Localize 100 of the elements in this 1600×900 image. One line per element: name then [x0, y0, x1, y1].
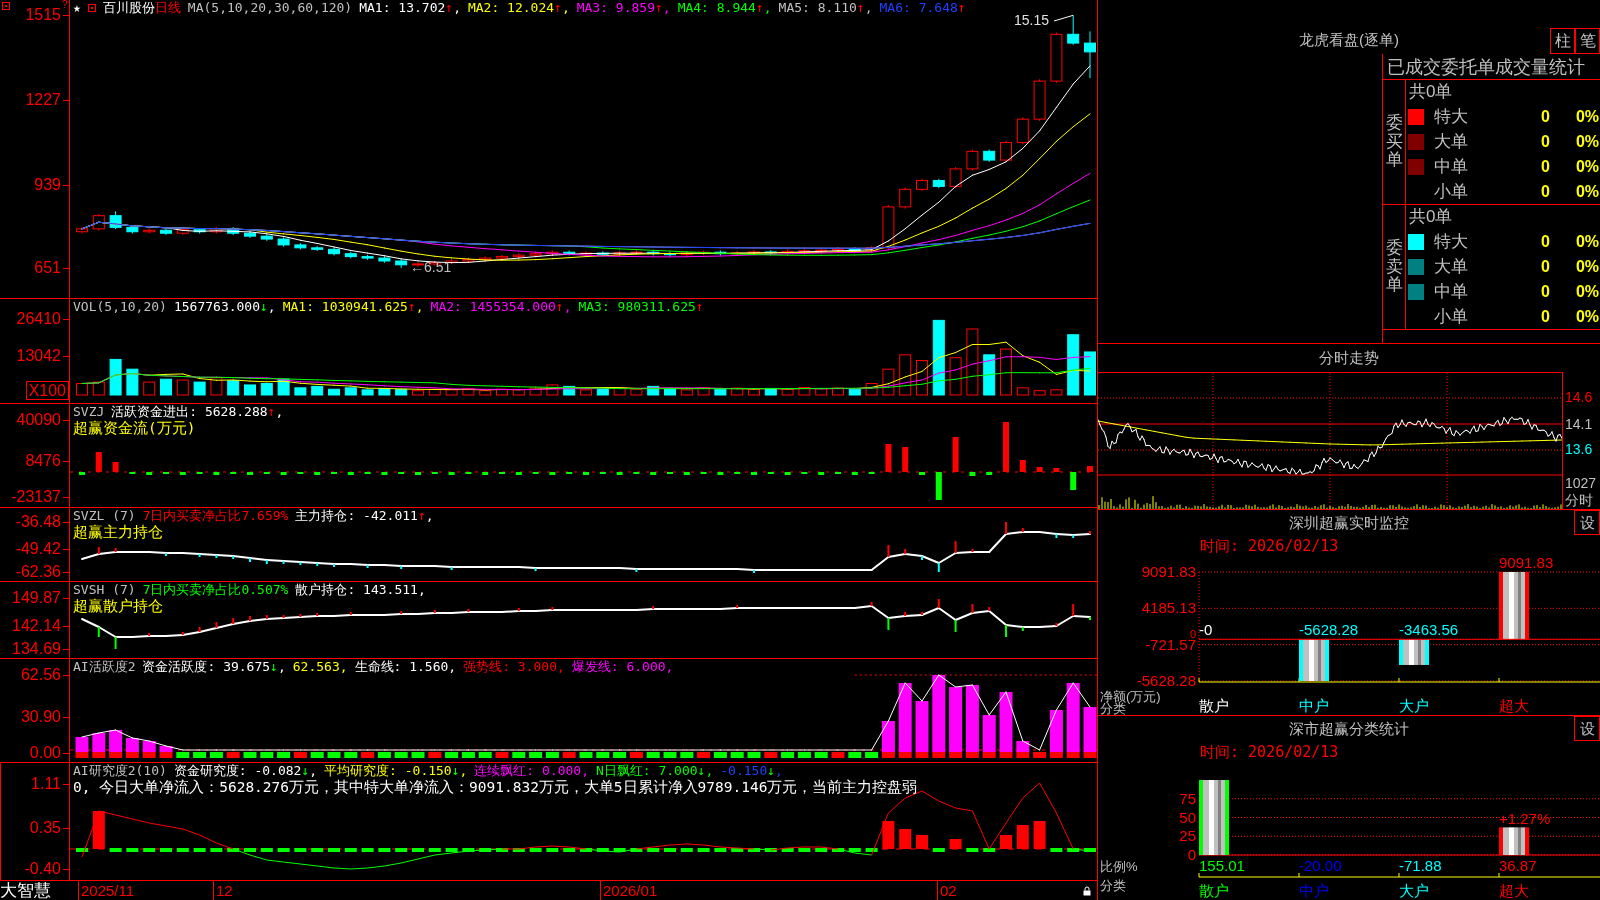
settings-button[interactable]: 设: [1574, 510, 1600, 535]
order-percent: 0%: [1575, 132, 1600, 152]
order-count: 0: [1541, 156, 1551, 177]
category-label: 大户: [1399, 697, 1429, 714]
axis-label: -23137: [11, 489, 61, 505]
category-label: 超大: [1499, 697, 1529, 714]
order-type-label: 小单: [1434, 181, 1468, 202]
axis-label: 40090: [16, 412, 61, 428]
order-type-label: 小单: [1434, 306, 1468, 327]
order-type-label: 大单: [1434, 257, 1468, 277]
axis-label: 1.11: [31, 776, 61, 792]
order-percent: 0%: [1575, 281, 1600, 302]
order-count: 0: [1541, 232, 1551, 253]
axis-label: 8476: [25, 453, 61, 469]
axis-title: 净额(万元): [1100, 689, 1161, 704]
chart-bar: [1299, 639, 1329, 681]
order-count: 0: [1541, 107, 1551, 128]
date-label: 02: [937, 881, 957, 900]
axis-label: 651: [34, 260, 61, 276]
axis-label: 分时: [1565, 492, 1593, 508]
chart-bar: [1499, 572, 1529, 640]
order-count: 0: [1541, 306, 1551, 327]
view-toggle-button[interactable]: 笔: [1575, 28, 1600, 54]
axis-label: 14.6: [1565, 389, 1593, 405]
axis-label: -62.36: [15, 564, 61, 580]
panel-title: 龙虎看盘(逐单): [1299, 30, 1399, 50]
unit-label: X100: [25, 381, 69, 400]
axis-label: -36.48: [15, 514, 61, 530]
axis-title: 分类: [1100, 878, 1126, 893]
axis-label: 1227: [25, 92, 61, 108]
panel-title: 分时走势: [1319, 348, 1379, 368]
category-label: 中户: [1299, 697, 1329, 714]
indicator-text: 7日内买卖净占比7.659%: [142, 508, 289, 524]
axis-label: 75: [1179, 789, 1196, 807]
table-title: 已成交委托单成交量统计: [1387, 55, 1585, 78]
value-label: -3463.56: [1399, 621, 1459, 639]
lock-icon: [1083, 886, 1091, 896]
brand-label: 大智慧: [0, 881, 51, 900]
axis-label: 134.69: [12, 641, 61, 657]
chart-bar: [1399, 639, 1429, 665]
time-label: 时间: 2026/02/13: [1200, 743, 1339, 761]
category-label: 中户: [1299, 882, 1329, 899]
order-count: 0: [1541, 257, 1551, 277]
axis-label: 939: [34, 177, 61, 193]
category-label: 散户: [1199, 882, 1229, 899]
order-type-label: 中单: [1434, 281, 1468, 302]
annotation-label: +1.27%: [1499, 810, 1551, 828]
date-label: 12: [213, 881, 233, 900]
category-label: 超大: [1499, 882, 1529, 899]
date-label: 2026/01: [600, 881, 658, 900]
axis-label: 0: [1187, 846, 1196, 863]
axis-label: -0.40: [24, 861, 61, 877]
order-count: 0: [1541, 132, 1551, 152]
indicator-text: SVZL (7): [73, 508, 136, 524]
axis-label: 4185.13: [1141, 599, 1196, 617]
axis-label: -49.42: [15, 541, 61, 557]
view-toggle-button[interactable]: 柱: [1550, 28, 1575, 54]
axis-label: 142.14: [12, 618, 61, 634]
settings-button[interactable]: 设: [1574, 716, 1600, 741]
value-label: 155.01: [1199, 857, 1245, 874]
time-label: 时间: 2026/02/13: [1200, 537, 1339, 555]
order-type-label: 特大: [1434, 232, 1468, 253]
group-label: 委卖单: [1385, 238, 1403, 296]
axis-label: 25: [1179, 827, 1196, 845]
order-total: 共0单: [1409, 82, 1453, 103]
order-percent: 0%: [1575, 306, 1600, 327]
indicator-title: 超赢主力持仓: [73, 524, 163, 540]
value-label: 36.87: [1499, 857, 1537, 874]
order-percent: 0%: [1575, 257, 1600, 277]
axis-label: 30.90: [20, 709, 61, 725]
axis-label: 1515: [25, 7, 61, 23]
axis-label: 14.1: [1565, 416, 1593, 432]
axis-label: -5628.28: [1136, 672, 1196, 689]
indicator-text: SVSH (7): [73, 582, 136, 598]
order-type-label: 特大: [1434, 107, 1468, 128]
order-percent: 0%: [1575, 181, 1600, 202]
axis-label: 0.00: [29, 745, 61, 761]
axis-label: 149.87: [12, 590, 61, 606]
order-type-label: 大单: [1434, 132, 1468, 152]
chart-bar: [1499, 827, 1529, 855]
axis-title: 分类: [1100, 701, 1126, 716]
indicator-text: 主力持仓: -42.011↑,: [295, 508, 434, 524]
indicator-title: 超赢散户持仓: [73, 598, 163, 614]
order-percent: 0%: [1575, 107, 1600, 128]
axis-label: 13.6: [1565, 441, 1593, 457]
axis-label: 26410: [16, 311, 61, 327]
order-percent: 0%: [1575, 156, 1600, 177]
indicator-text: 7日内买卖净占比0.507%: [142, 582, 289, 598]
axis-label: 1027: [1565, 475, 1597, 491]
panel-title: 深圳超赢实时监控: [1289, 513, 1409, 533]
order-count: 0: [1541, 281, 1551, 302]
indicator-text: 散户持仓: 143.511,: [295, 582, 426, 598]
value-label: -71.88: [1399, 857, 1442, 874]
axis-label: 62.56: [20, 667, 61, 683]
order-type-label: 中单: [1434, 156, 1468, 177]
value-label: -5628.28: [1299, 621, 1359, 639]
order-total: 共0单: [1409, 207, 1453, 228]
axis-label: 50: [1179, 808, 1196, 826]
category-label: 大户: [1399, 882, 1429, 899]
axis-title: 比例%: [1100, 859, 1138, 874]
